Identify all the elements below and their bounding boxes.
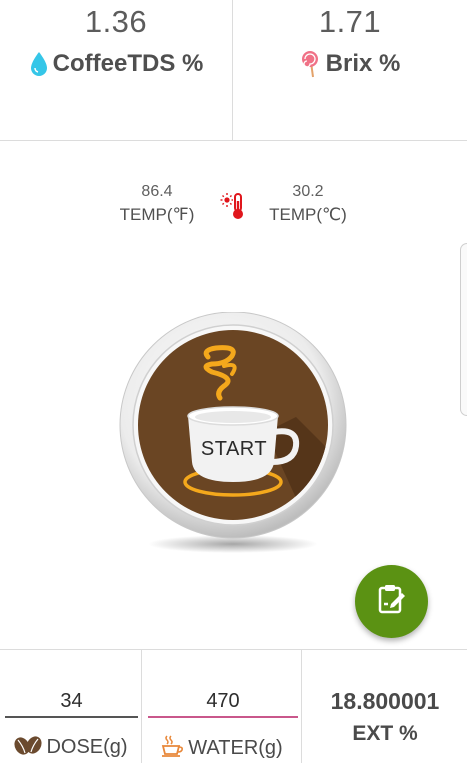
inputs-row: DOSE(g) WATER(g) 18.800001 EXT % bbox=[0, 649, 467, 763]
dose-label-group: DOSE(g) bbox=[0, 734, 141, 761]
temp-celsius: 30.2 TEMP(℃) bbox=[258, 183, 358, 225]
coffee-beans-icon bbox=[13, 734, 43, 761]
brix-label-group: Brix % bbox=[233, 50, 467, 78]
readings-row: 1.36 CoffeeTDS % 1.71 Brix % bbox=[0, 0, 467, 141]
start-button-label: START bbox=[200, 438, 268, 460]
water-label-group: WATER(g) bbox=[143, 734, 301, 763]
extraction-label: EXT % bbox=[352, 722, 418, 745]
tds-label-group: CoffeeTDS % bbox=[0, 50, 232, 78]
dose-cell: DOSE(g) bbox=[0, 650, 142, 763]
thermometer-icon bbox=[220, 191, 250, 221]
water-cell: WATER(g) bbox=[143, 650, 302, 763]
brix-value: 1.71 bbox=[318, 4, 382, 39]
extraction-value: 18.800001 bbox=[330, 688, 440, 714]
dose-input[interactable] bbox=[5, 686, 138, 718]
water-input[interactable] bbox=[148, 686, 298, 718]
temp-celsius-label: TEMP(℃) bbox=[269, 205, 347, 224]
temp-fahrenheit: 86.4 TEMP(℉) bbox=[108, 183, 206, 225]
water-label: WATER(g) bbox=[188, 737, 283, 759]
temp-fahrenheit-value: 86.4 bbox=[141, 183, 173, 200]
extraction-cell: 18.800001 EXT % bbox=[303, 650, 467, 763]
temp-fahrenheit-label: TEMP(℉) bbox=[119, 205, 195, 224]
tds-label: CoffeeTDS % bbox=[52, 50, 204, 77]
side-drawer-handle[interactable] bbox=[460, 243, 467, 416]
brix-reading: 1.71 Brix % bbox=[233, 0, 467, 140]
water-drop-icon bbox=[29, 51, 49, 77]
temp-celsius-value: 30.2 bbox=[292, 183, 324, 200]
start-button[interactable]: START bbox=[116, 312, 351, 557]
notes-fab-button[interactable] bbox=[355, 565, 428, 638]
lollipop-icon bbox=[300, 50, 322, 78]
brix-label: Brix % bbox=[325, 50, 401, 77]
tds-reading: 1.36 CoffeeTDS % bbox=[0, 0, 233, 140]
dose-label: DOSE(g) bbox=[46, 736, 128, 758]
tds-value: 1.36 bbox=[84, 4, 148, 39]
coffee-cup-icon bbox=[161, 734, 185, 763]
clipboard-edit-icon bbox=[375, 582, 409, 621]
